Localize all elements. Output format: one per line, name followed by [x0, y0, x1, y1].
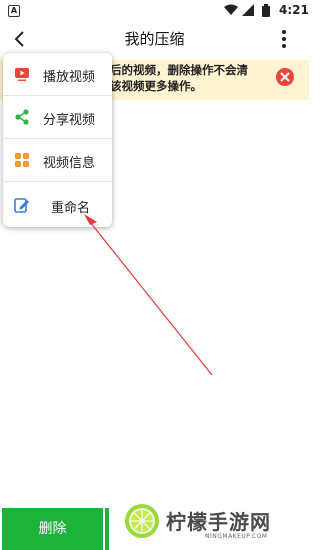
arrow-head [84, 214, 97, 225]
watermark-logo [125, 504, 159, 538]
watermark-title: 柠檬手游网 [166, 510, 271, 534]
annotation-arrow [84, 214, 213, 376]
watermark-url: NINGMAKEUP.COM [205, 533, 268, 540]
lemon-slice-icon [126, 505, 158, 537]
secondary-button-edge[interactable] [105, 508, 109, 550]
delete-button[interactable]: 删除 [2, 508, 103, 550]
